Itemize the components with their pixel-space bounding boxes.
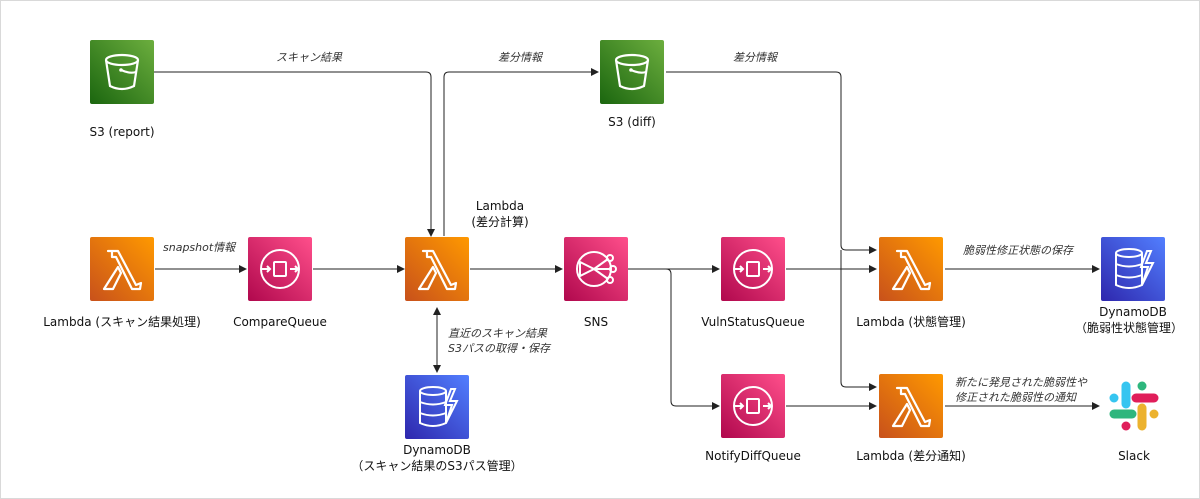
dynamodb-s3path-label-line1: DynamoDB bbox=[403, 443, 471, 457]
edge-sns-to-notifydiffqueue bbox=[628, 268, 720, 410]
edge-s3diff-to-lambdastatus bbox=[666, 71, 877, 254]
lambda-status-label: Lambda (状態管理) bbox=[856, 315, 966, 329]
s3-bucket-icon bbox=[104, 53, 140, 91]
dynamodb-vuln-label-line2: （脆弱性状態管理） bbox=[1074, 321, 1183, 335]
s3-diff-label: S3 (diff) bbox=[608, 115, 656, 129]
compare-queue-node[interactable] bbox=[248, 237, 312, 301]
lambda-scan-node[interactable] bbox=[90, 237, 154, 301]
notify-diff-queue-label: NotifyDiffQueue bbox=[705, 449, 801, 463]
edge-label-snapshot-info: snapshot情報 bbox=[163, 240, 236, 255]
lambda-diff-node[interactable] bbox=[405, 237, 469, 301]
lambda-status-node[interactable] bbox=[879, 237, 943, 301]
slack-logo-icon bbox=[1109, 381, 1159, 431]
lambda-diff-label-line2: (差分計算) bbox=[471, 215, 529, 229]
sns-label: SNS bbox=[583, 315, 609, 329]
slack-label: Slack bbox=[1118, 449, 1150, 463]
edge-label-recent-line1: 直近のスキャン結果 bbox=[448, 326, 547, 341]
dynamodb-icon bbox=[1115, 248, 1155, 289]
slack-node[interactable] bbox=[1104, 376, 1164, 436]
edge-label-diff-info-2: 差分情報 bbox=[733, 50, 777, 65]
lambda-notify-node[interactable] bbox=[879, 374, 943, 438]
compare-queue-label: CompareQueue bbox=[233, 315, 327, 329]
lambda-icon bbox=[891, 386, 932, 428]
lambda-icon bbox=[891, 249, 932, 291]
dynamodb-s3path-label-line2: （スキャン結果のS3パス管理） bbox=[351, 459, 523, 473]
sqs-queue-icon bbox=[733, 249, 773, 289]
edge-label-notify-line2: 修正された脆弱性の通知 bbox=[955, 390, 1076, 405]
edge-label-recent-line2: S3パスの取得・保存 bbox=[448, 341, 550, 356]
s3-diff-node[interactable] bbox=[600, 40, 664, 104]
s3-bucket-icon bbox=[614, 53, 650, 91]
sns-topic-icon bbox=[576, 251, 617, 287]
lambda-icon bbox=[417, 249, 458, 291]
edge-label-save-vuln: 脆弱性修正状態の保存 bbox=[963, 243, 1073, 258]
dynamodb-s3path-node[interactable] bbox=[405, 375, 469, 439]
edge-label-notify-line1: 新たに発見された脆弱性や bbox=[955, 375, 1087, 390]
s3-report-label: S3 (report) bbox=[89, 125, 155, 139]
edge-label-scan-result: スキャン結果 bbox=[276, 50, 342, 65]
lambda-diff-label-line1: Lambda bbox=[475, 199, 525, 213]
dynamodb-vuln-node[interactable] bbox=[1101, 237, 1165, 301]
sqs-queue-icon bbox=[260, 249, 300, 289]
sns-node[interactable] bbox=[564, 237, 628, 301]
notify-diff-queue-node[interactable] bbox=[721, 374, 785, 438]
edge-s3report-to-lambdadiff bbox=[154, 71, 435, 237]
lambda-scan-label: Lambda (スキャン結果処理) bbox=[43, 315, 201, 329]
dynamodb-icon bbox=[419, 386, 459, 427]
edge-label-diff-info-1: 差分情報 bbox=[498, 50, 542, 65]
sqs-queue-icon bbox=[733, 386, 773, 426]
vuln-status-queue-label: VulnStatusQueue bbox=[701, 315, 805, 329]
s3-report-node[interactable] bbox=[90, 40, 154, 104]
vuln-status-queue-node[interactable] bbox=[721, 237, 785, 301]
lambda-notify-label: Lambda (差分通知) bbox=[856, 449, 966, 463]
lambda-icon bbox=[102, 249, 143, 291]
dynamodb-vuln-label-line1: DynamoDB bbox=[1099, 305, 1167, 319]
